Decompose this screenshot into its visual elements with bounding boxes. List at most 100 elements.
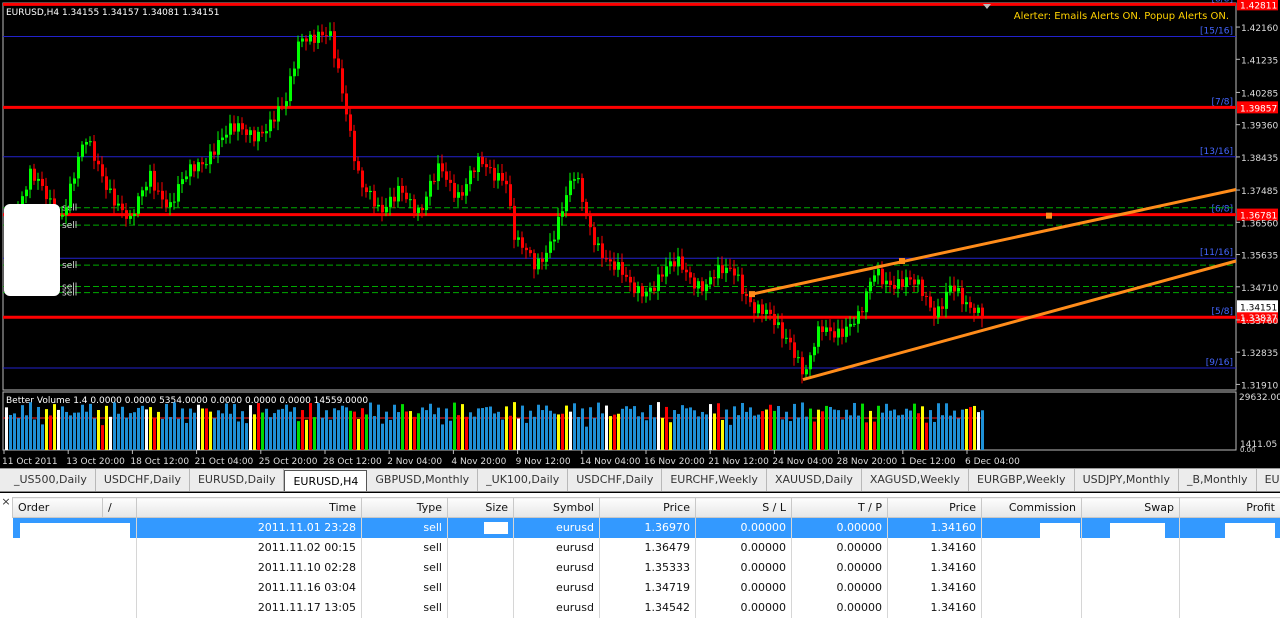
volume-bar: [33, 419, 36, 450]
volume-bar: [705, 414, 708, 450]
col-price[interactable]: Price: [599, 497, 696, 518]
chart-tab[interactable]: GBPUSD,Monthly: [367, 469, 479, 491]
table-row[interactable]: 2011.11.01 23:28 sell eurusd 1.36970 0.0…: [12, 517, 1280, 538]
table-row[interactable]: 2011.11.02 00:15 sell eurusd 1.36479 0.0…: [12, 537, 1280, 558]
candle-body: [437, 163, 440, 182]
volume-bar: [545, 405, 548, 450]
current-price-label: 1.34151: [1240, 303, 1277, 313]
volume-bar: [537, 404, 540, 450]
volume-bar: [465, 416, 468, 450]
candle-body: [37, 178, 40, 181]
candle-body: [593, 227, 596, 246]
volume-bar: [565, 405, 568, 450]
chart-tab[interactable]: USDJPY,Monthly: [1075, 469, 1179, 491]
chart-tab[interactable]: EURCHF,Weekly: [662, 469, 767, 491]
candle-body: [493, 167, 496, 181]
candle-body: [829, 327, 832, 332]
candle-body: [581, 178, 584, 202]
candle-body: [745, 293, 748, 297]
volume-bar: [125, 417, 128, 450]
col-sl[interactable]: S / L: [695, 497, 792, 518]
col-order[interactable]: Order: [12, 497, 103, 518]
chart-tab[interactable]: EURJPY,: [1257, 469, 1280, 491]
order-current-price: 1.34160: [887, 517, 982, 538]
close-icon[interactable]: ×: [0, 496, 12, 508]
candle-body: [789, 337, 792, 343]
volume-bar: [637, 416, 640, 450]
volume-bar: [621, 408, 624, 450]
volume-bar: [345, 407, 348, 450]
order-line-label: sell: [62, 289, 77, 299]
volume-bar: [569, 411, 572, 450]
col-type[interactable]: Type: [361, 497, 448, 518]
col-size[interactable]: Size: [447, 497, 514, 518]
time-axis-label: 16 Nov 20:00: [644, 457, 705, 467]
candle-body: [233, 123, 236, 132]
chart-tab[interactable]: EURGBP,Weekly: [969, 469, 1075, 491]
volume-bar: [297, 421, 300, 450]
volume-bar: [649, 404, 652, 450]
table-row[interactable]: 2011.11.16 03:04 sell eurusd 1.34719 0.0…: [12, 577, 1280, 598]
candle-body: [217, 140, 220, 155]
col-symbol[interactable]: Symbol: [513, 497, 600, 518]
col-time[interactable]: Time: [136, 497, 362, 518]
volume-bar: [441, 424, 444, 450]
candle-body: [41, 178, 44, 186]
chart-tab[interactable]: _US500,Daily: [6, 469, 96, 491]
volume-bar: [469, 412, 472, 450]
chart-tab[interactable]: USDCHF,Daily: [96, 469, 190, 491]
chart-tab[interactable]: XAUUSD,Daily: [767, 469, 862, 491]
candle-body: [305, 38, 308, 42]
chart-canvas[interactable]: [8/8][15/16][7/8][13/16][6/8][11/16][5/8…: [0, 0, 1280, 468]
price-chart[interactable]: [8/8][15/16][7/8][13/16][6/8][11/16][5/8…: [0, 0, 1280, 468]
order-current-price: 1.34160: [887, 577, 982, 598]
chart-tab[interactable]: XAGUSD,Weekly: [862, 469, 969, 491]
order-line-label: sell: [62, 221, 77, 231]
candle-body: [473, 170, 476, 173]
volume-bar: [497, 411, 500, 450]
candle-body: [105, 176, 108, 190]
volume-bar: [405, 411, 408, 450]
trendline-anchor: [899, 258, 905, 264]
candle-body: [913, 279, 916, 285]
col-commission[interactable]: Commission: [981, 497, 1082, 518]
volume-bar: [25, 415, 28, 450]
volume-bar: [217, 410, 220, 450]
chart-tab[interactable]: _B,Monthly: [1179, 469, 1257, 491]
col-tp[interactable]: T / P: [791, 497, 888, 518]
volume-bar: [673, 410, 676, 450]
murrey-level-label: [13/16]: [1200, 147, 1233, 157]
col-current-price[interactable]: Price: [887, 497, 982, 518]
candle-body: [445, 171, 448, 180]
order-type: sell: [361, 597, 448, 618]
chart-tab[interactable]: EURUSD,Daily: [190, 469, 285, 491]
volume-bar: [821, 411, 824, 450]
chart-tab[interactable]: _UK100,Daily: [478, 469, 569, 491]
trendline-lower: [802, 259, 1237, 381]
table-row[interactable]: 2011.11.10 02:28 sell eurusd 1.35333 0.0…: [12, 557, 1280, 578]
chart-tab-active[interactable]: EURUSD,H4: [284, 470, 368, 491]
candle-body: [69, 183, 72, 208]
volume-bar: [77, 412, 80, 450]
volume-bar: [225, 403, 228, 450]
chart-tab[interactable]: USDCHF,Daily: [568, 469, 663, 491]
candle-body: [369, 190, 372, 193]
order-type: sell: [361, 537, 448, 558]
table-row[interactable]: 2011.11.17 13:05 sell eurusd 1.34542 0.0…: [12, 597, 1280, 618]
volume-bar: [857, 415, 860, 450]
volume-bar: [753, 415, 756, 450]
volume-bar: [653, 417, 656, 450]
volume-bar: [413, 416, 416, 450]
candle-body: [673, 261, 676, 267]
time-axis-label: 24 Nov 04:00: [772, 457, 833, 467]
volume-bar: [373, 416, 376, 450]
sort-icon[interactable]: /: [102, 497, 137, 518]
candle-body: [701, 281, 704, 292]
col-swap[interactable]: Swap: [1081, 497, 1180, 518]
volume-bar: [485, 407, 488, 450]
candle-body: [909, 277, 912, 280]
candle-body: [721, 265, 724, 274]
candle-body: [729, 267, 732, 269]
candle-body: [241, 123, 244, 130]
col-profit[interactable]: Profit: [1179, 497, 1280, 518]
